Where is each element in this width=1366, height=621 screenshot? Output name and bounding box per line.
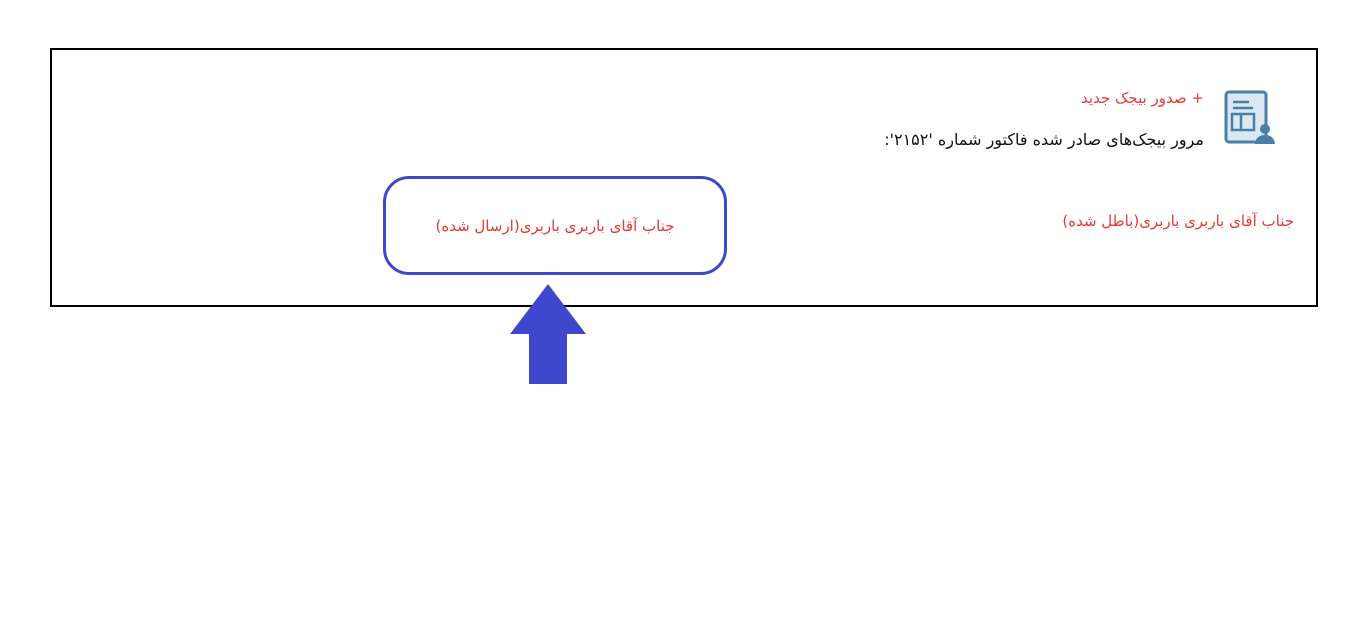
document-user-icon xyxy=(1224,90,1275,144)
new-bijak-link[interactable]: + صدور بیجک جدید xyxy=(1081,89,1204,107)
highlight-box: جناب آقای باربری باربری(ارسال شده) xyxy=(383,176,727,275)
bijak-link-sent[interactable]: جناب آقای باربری باربری(ارسال شده) xyxy=(435,217,674,235)
page-title: مرور بیجک‌های صادر شده فاکتور شماره '۲۱۵… xyxy=(884,130,1204,149)
up-arrow-icon xyxy=(510,284,586,384)
bijak-link-cancelled[interactable]: جناب آقای باربری باربری(باطل شده) xyxy=(1062,212,1294,230)
